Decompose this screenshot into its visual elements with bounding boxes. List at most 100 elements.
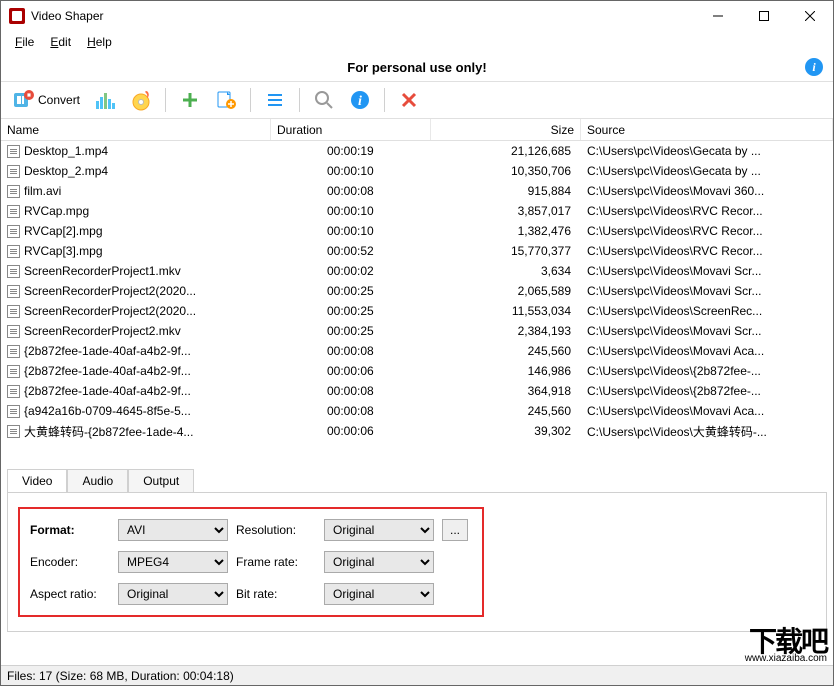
file-list: Name Duration Size Source Desktop_1.mp40… — [1, 119, 833, 461]
table-row[interactable]: {2b872fee-1ade-40af-a4b2-9f...00:00:0836… — [1, 381, 833, 401]
convert-icon — [12, 89, 34, 111]
delete-button[interactable] — [393, 84, 425, 116]
maximize-button[interactable] — [741, 1, 787, 31]
menu-edit[interactable]: Edit — [42, 33, 79, 51]
toolbar-separator — [165, 88, 166, 112]
table-row[interactable]: 大黄蜂转码-{2b872fee-1ade-4...00:00:0639,302C… — [1, 421, 833, 441]
watermark: 下载吧 www.xiazaiba.com — [745, 629, 827, 663]
col-source[interactable]: Source — [581, 119, 833, 140]
file-name: ScreenRecorderProject2(2020... — [24, 304, 196, 318]
equalizer-icon — [94, 89, 116, 111]
svg-text:i: i — [358, 94, 362, 109]
col-duration[interactable]: Duration — [271, 119, 431, 140]
file-name: Desktop_1.mp4 — [24, 144, 108, 158]
table-row[interactable]: ScreenRecorderProject2(2020...00:00:252,… — [1, 281, 833, 301]
bitrate-select[interactable]: Original — [324, 583, 434, 605]
file-duration: 00:00:02 — [271, 264, 431, 278]
table-row[interactable]: RVCap[2].mpg00:00:101,382,476C:\Users\pc… — [1, 221, 833, 241]
file-size: 146,986 — [431, 364, 581, 378]
burn-button[interactable] — [125, 84, 157, 116]
file-icon — [7, 405, 20, 418]
file-duration: 00:00:08 — [271, 344, 431, 358]
resolution-select[interactable]: Original — [324, 519, 434, 541]
file-duration: 00:00:25 — [271, 284, 431, 298]
search-button[interactable] — [308, 84, 340, 116]
aspect-select[interactable]: Original — [118, 583, 228, 605]
file-name: {2b872fee-1ade-40af-a4b2-9f... — [24, 344, 191, 358]
watermark-text: 下载吧 — [745, 629, 827, 654]
col-size[interactable]: Size — [431, 119, 581, 140]
file-icon — [7, 365, 20, 378]
table-row[interactable]: ScreenRecorderProject1.mkv00:00:023,634C… — [1, 261, 833, 281]
toolbar: Convert i — [1, 81, 833, 119]
equalizer-button[interactable] — [89, 84, 121, 116]
file-name: RVCap.mpg — [24, 204, 89, 218]
add-button[interactable] — [174, 84, 206, 116]
watermark-sub: www.xiazaiba.com — [745, 654, 827, 663]
file-size: 915,884 — [431, 184, 581, 198]
plus-icon — [180, 90, 200, 110]
file-source: C:\Users\pc\Videos\Movavi Scr... — [581, 284, 833, 298]
menu-help[interactable]: Help — [79, 33, 120, 51]
tab-content-video: Format: AVI Resolution: Original ... Enc… — [7, 492, 827, 632]
convert-button[interactable]: Convert — [7, 84, 85, 116]
info-button[interactable]: i — [344, 84, 376, 116]
resolution-label: Resolution: — [236, 523, 316, 537]
table-row[interactable]: {2b872fee-1ade-40af-a4b2-9f...00:00:0614… — [1, 361, 833, 381]
file-size: 2,384,193 — [431, 324, 581, 338]
close-button[interactable] — [787, 1, 833, 31]
folder-plus-icon — [215, 89, 237, 111]
file-name: ScreenRecorderProject2.mkv — [24, 324, 181, 338]
col-name[interactable]: Name — [1, 119, 271, 140]
file-icon — [7, 145, 20, 158]
video-settings-box: Format: AVI Resolution: Original ... Enc… — [18, 507, 484, 617]
table-row[interactable]: ScreenRecorderProject2.mkv00:00:252,384,… — [1, 321, 833, 341]
file-name: {2b872fee-1ade-40af-a4b2-9f... — [24, 384, 191, 398]
file-icon — [7, 285, 20, 298]
search-icon — [314, 90, 334, 110]
file-duration: 00:00:25 — [271, 304, 431, 318]
file-size: 15,770,377 — [431, 244, 581, 258]
table-row[interactable]: film.avi00:00:08915,884C:\Users\pc\Video… — [1, 181, 833, 201]
file-icon — [7, 305, 20, 318]
info-circle-icon: i — [350, 90, 370, 110]
list-icon — [266, 91, 284, 109]
file-size: 364,918 — [431, 384, 581, 398]
file-icon — [7, 225, 20, 238]
format-select[interactable]: AVI — [118, 519, 228, 541]
tab-output[interactable]: Output — [128, 469, 194, 492]
file-duration: 00:00:06 — [271, 364, 431, 378]
file-name: Desktop_2.mp4 — [24, 164, 108, 178]
list-button[interactable] — [259, 84, 291, 116]
file-source: C:\Users\pc\Videos\Movavi 360... — [581, 184, 833, 198]
table-row[interactable]: {a942a16b-0709-4645-8f5e-5...00:00:08245… — [1, 401, 833, 421]
list-header: Name Duration Size Source — [1, 119, 833, 141]
table-row[interactable]: Desktop_2.mp400:00:1010,350,706C:\Users\… — [1, 161, 833, 181]
delete-icon — [400, 91, 418, 109]
minimize-button[interactable] — [695, 1, 741, 31]
resolution-browse-button[interactable]: ... — [442, 519, 468, 541]
file-icon — [7, 385, 20, 398]
file-source: C:\Users\pc\Videos\Gecata by ... — [581, 144, 833, 158]
file-name: 大黄蜂转码-{2b872fee-1ade-4... — [24, 423, 193, 440]
table-row[interactable]: ScreenRecorderProject2(2020...00:00:2511… — [1, 301, 833, 321]
file-icon — [7, 425, 20, 438]
file-duration: 00:00:10 — [271, 204, 431, 218]
file-source: C:\Users\pc\Videos\Movavi Scr... — [581, 264, 833, 278]
file-source: C:\Users\pc\Videos\{2b872fee-... — [581, 364, 833, 378]
tab-video[interactable]: Video — [7, 469, 67, 492]
encoder-select[interactable]: MPEG4 — [118, 551, 228, 573]
tab-audio[interactable]: Audio — [67, 469, 128, 492]
banner: For personal use only! i — [1, 53, 833, 81]
framerate-select[interactable]: Original — [324, 551, 434, 573]
file-size: 2,065,589 — [431, 284, 581, 298]
info-icon[interactable]: i — [805, 58, 823, 76]
file-name: film.avi — [24, 184, 61, 198]
table-row[interactable]: Desktop_1.mp400:00:1921,126,685C:\Users\… — [1, 141, 833, 161]
table-row[interactable]: RVCap.mpg00:00:103,857,017C:\Users\pc\Vi… — [1, 201, 833, 221]
table-row[interactable]: RVCap[3].mpg00:00:5215,770,377C:\Users\p… — [1, 241, 833, 261]
menu-file[interactable]: File — [7, 33, 42, 51]
add-folder-button[interactable] — [210, 84, 242, 116]
table-row[interactable]: {2b872fee-1ade-40af-a4b2-9f...00:00:0824… — [1, 341, 833, 361]
file-duration: 00:00:10 — [271, 164, 431, 178]
